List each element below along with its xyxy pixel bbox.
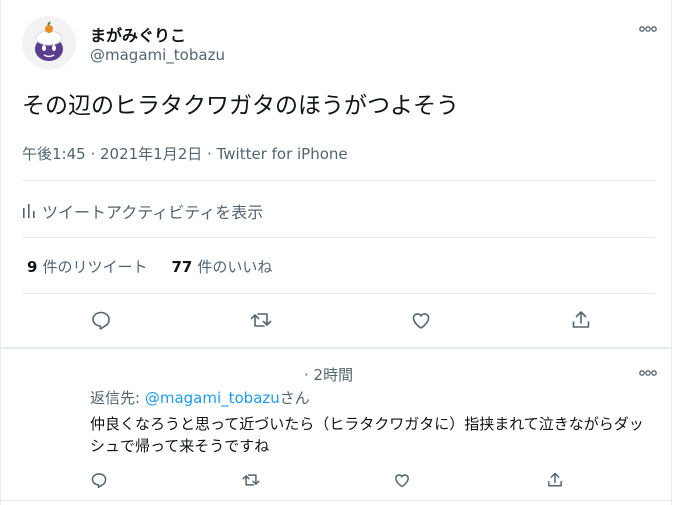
analytics-icon: [22, 203, 36, 219]
tweet-text: その辺のヒラタクワガタのほうがつよそう: [22, 93, 459, 119]
meta-separator: ·: [85, 145, 100, 163]
display-name[interactable]: まがみぐりこ: [90, 22, 186, 46]
share-icon[interactable]: [544, 469, 566, 491]
avatar[interactable]: [22, 16, 76, 70]
reply-time[interactable]: · 2時間: [304, 364, 353, 385]
replying-suffix: さん: [279, 389, 310, 407]
retweet-icon[interactable]: [248, 307, 274, 333]
user-handle[interactable]: @magami_tobazu: [90, 46, 225, 64]
reply-icon[interactable]: [88, 469, 110, 491]
tweet-meta: 午後1:45 · 2021年1月2日 · Twitter for iPhone: [22, 143, 348, 164]
likes-stat[interactable]: 77 件のいいね: [171, 256, 272, 277]
retweets-count: 9: [27, 258, 38, 276]
like-icon[interactable]: [408, 307, 434, 333]
divider: [22, 237, 655, 238]
likes-count: 77: [171, 258, 193, 276]
tweet-stats: 9 件のリツイート 77 件のいいね: [27, 256, 272, 277]
tweet-card: まがみぐりこ @magami_tobazu その辺のヒラタクワガタのほうがつよそ…: [0, 0, 672, 505]
tweet-activity-link[interactable]: ツイートアクティビティを表示: [22, 199, 263, 223]
like-icon[interactable]: [391, 469, 413, 491]
replying-to: 返信先: @magami_tobazuさん: [90, 387, 310, 408]
likes-label: 件のいいね: [197, 258, 273, 276]
divider: [1, 347, 671, 349]
divider: [22, 293, 655, 294]
tweet-date[interactable]: 2021年1月2日: [100, 145, 202, 163]
tweet-source[interactable]: Twitter for iPhone: [217, 145, 348, 163]
activity-label: ツイートアクティビティを表示: [42, 203, 264, 222]
meta-separator: ·: [202, 145, 217, 163]
divider: [22, 180, 655, 181]
reply-icon[interactable]: [88, 307, 114, 333]
tweet-time[interactable]: 午後1:45: [22, 145, 86, 163]
share-icon[interactable]: [568, 307, 594, 333]
more-options-icon[interactable]: [639, 24, 657, 34]
replying-mention[interactable]: @magami_tobazu: [145, 389, 280, 407]
retweet-icon[interactable]: [240, 469, 262, 491]
more-options-icon[interactable]: [639, 368, 657, 378]
retweets-stat[interactable]: 9 件のリツイート: [27, 256, 147, 277]
retweets-label: 件のリツイート: [42, 258, 148, 276]
divider: [1, 500, 671, 501]
reply-text: 仲良くなろうと思って近づいたら（ヒラタクワガタに）指挟まれて泣きながらダッシュで…: [90, 415, 644, 455]
replying-prefix: 返信先:: [90, 389, 145, 407]
